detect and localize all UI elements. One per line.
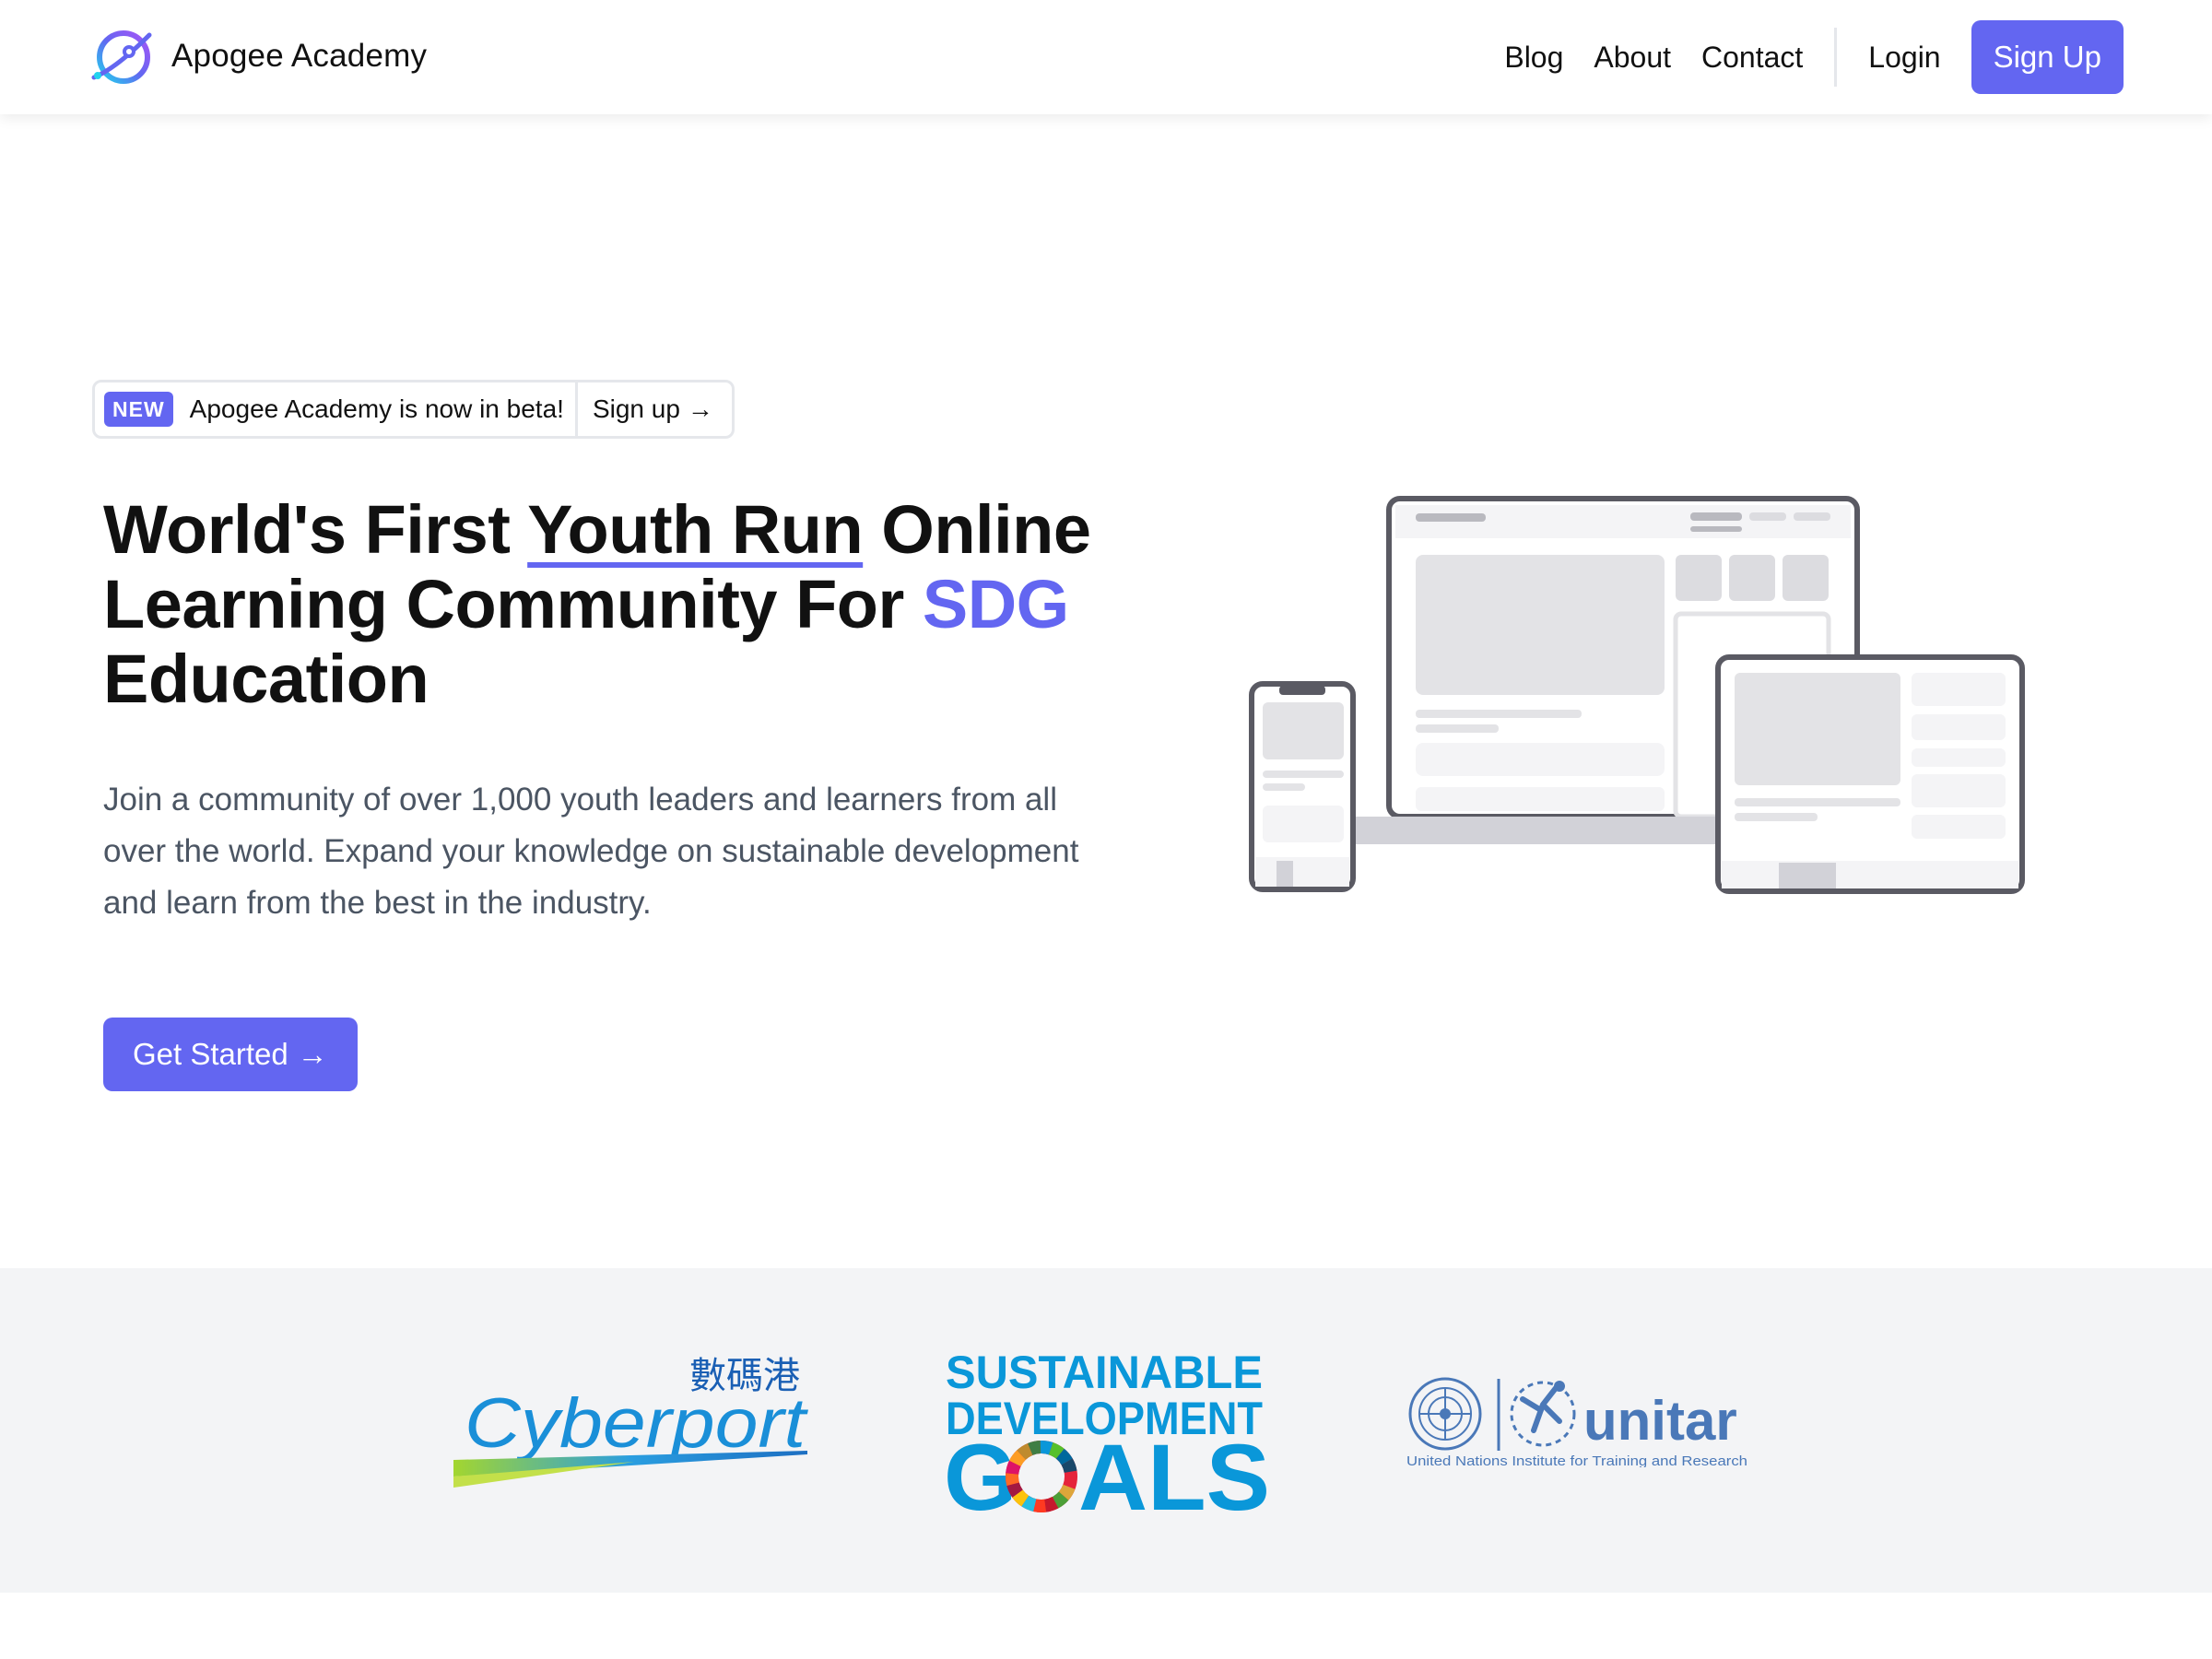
signup-button[interactable]: Sign Up <box>1971 20 2124 94</box>
beta-signup-label: Sign up <box>592 394 680 423</box>
phone-illustration <box>1249 681 1356 892</box>
beta-announcement-text: Apogee Academy is now in beta! <box>189 394 564 423</box>
hero-title: World's First Youth Run Online Learning … <box>103 492 1117 716</box>
nav-divider <box>1834 28 1838 87</box>
top-navbar: Apogee Academy Blog About Contact Login … <box>0 0 2212 114</box>
sdg-line3b-text: ALS <box>1078 1425 1270 1517</box>
hero-title-part1: World's First <box>103 491 528 568</box>
beta-announcement: NEW Apogee Academy is now in beta! Sign … <box>92 380 735 439</box>
unitar-subtitle-text: United Nations Institute for Training an… <box>1406 1453 1747 1467</box>
cyberport-name-text: Cyberport <box>465 1384 808 1463</box>
hero-description: Join a community of over 1,000 youth lea… <box>103 782 1079 921</box>
sdg-line3a-text: G <box>944 1425 1017 1517</box>
login-link[interactable]: Login <box>1868 41 1940 75</box>
nav-link-blog[interactable]: Blog <box>1504 41 1563 75</box>
un-emblem-icon <box>1408 1377 1482 1451</box>
nav-links: Blog About Contact Login Sign Up <box>1504 20 2124 94</box>
tablet-illustration <box>1715 654 2025 894</box>
partners-section: 數碼港 Cyberport SUSTAINABLE DEVELOPMENT G <box>0 1268 2212 1593</box>
unitar-logo[interactable]: unitar United Nations Institute for Trai… <box>1403 1375 1753 1467</box>
unitar-name-text: unitar <box>1583 1390 1737 1452</box>
get-started-label: Get Started <box>133 1037 288 1071</box>
brand-name: Apogee Academy <box>171 38 428 74</box>
hero-title-part3: Education <box>103 641 429 717</box>
sdg-line1-text: SUSTAINABLE <box>946 1347 1263 1398</box>
cyberport-logo[interactable]: 數碼港 Cyberport <box>450 1349 818 1488</box>
beta-signup-link[interactable]: Sign up → <box>574 382 732 436</box>
sdg-wheel-icon <box>1006 1441 1077 1512</box>
hero-title-accent: SDG <box>922 566 1069 642</box>
brand-home-link[interactable]: Apogee Academy <box>88 24 427 88</box>
apogee-logo-icon <box>91 30 152 84</box>
arrow-right-icon: → <box>297 1037 328 1071</box>
unitar-figure-icon <box>1510 1381 1576 1447</box>
nav-link-about[interactable]: About <box>1594 41 1671 75</box>
arrow-right-icon: → <box>687 394 713 423</box>
devices-illustration <box>1249 496 2025 894</box>
new-badge: NEW <box>104 392 173 427</box>
get-started-button[interactable]: Get Started → <box>103 1018 358 1091</box>
sdg-logo[interactable]: SUSTAINABLE DEVELOPMENT G ALS <box>942 1342 1272 1517</box>
nav-link-contact[interactable]: Contact <box>1701 41 1803 75</box>
hero-title-highlight: Youth Run <box>527 491 864 568</box>
